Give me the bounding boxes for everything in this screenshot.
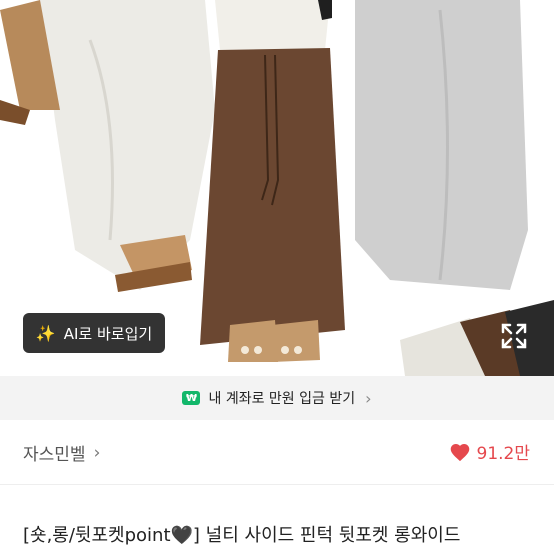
color-swatch-pants-photo (400, 300, 554, 376)
seller-row: 자스민벨 › 91.2만 (0, 420, 554, 485)
expand-icon[interactable] (500, 322, 528, 350)
heart-icon (450, 443, 469, 461)
product-title: [숏,롱/뒷포켓point🖤] 널티 사이드 핀턱 뒷포켓 롱와이드 (23, 525, 461, 546)
promo-text: 내 계좌로 만원 입금 받기 (208, 391, 356, 407)
like-button[interactable]: 91.2만 (449, 439, 531, 464)
cream-pants-photo (0, 0, 215, 292)
won-icon: ₩ (182, 391, 201, 405)
gray-pants-photo (355, 0, 528, 290)
ai-try-on-button[interactable]: ✨ AI로 바로입기 (23, 313, 165, 353)
seller-link[interactable]: 자스민벨 › (23, 440, 101, 466)
chevron-right-icon: › (93, 442, 101, 463)
brown-pants-photo (200, 0, 345, 362)
seller-name: 자스민벨 (23, 445, 86, 465)
sparkle-wand-icon: ✨ (35, 323, 56, 343)
ai-try-on-label: AI로 바로입기 (63, 324, 153, 343)
chevron-right-icon: › (365, 388, 372, 408)
deposit-promo-banner[interactable]: ₩ 내 계좌로 만원 입금 받기 › (0, 376, 554, 420)
product-image[interactable]: ✨ AI로 바로입기 (0, 0, 554, 376)
like-count: 91.2만 (476, 444, 531, 464)
